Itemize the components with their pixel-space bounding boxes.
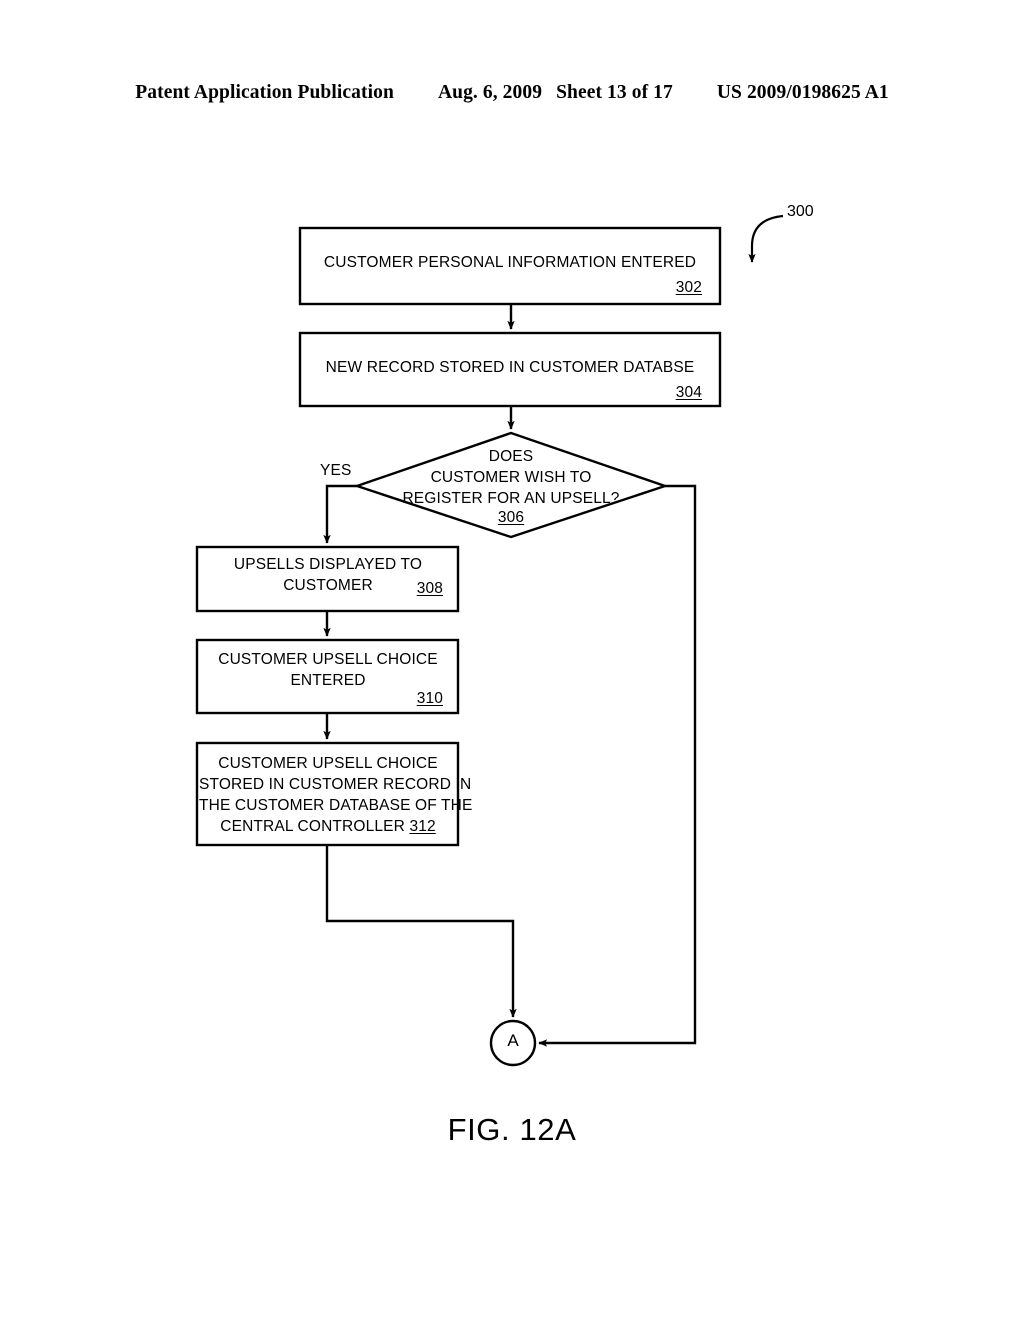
- node-306-line-2: CUSTOMER WISH TO: [430, 469, 592, 486]
- node-312-reference: 312: [409, 818, 436, 835]
- node-306-reference: 306: [497, 509, 525, 526]
- node-312-line-2: STORED IN CUSTOMER RECORD IN: [199, 776, 472, 793]
- edge-306-yes-to-308: [323, 484, 357, 544]
- node-312-line-4: CENTRAL CONTROLLER: [220, 818, 405, 835]
- figure-reference-300-label: 300: [787, 203, 814, 220]
- node-302-label: CUSTOMER PERSONAL INFORMATION ENTERED: [323, 254, 697, 271]
- node-312-label: CUSTOMER UPSELL CHOICE STORED IN CUSTOME…: [199, 753, 473, 837]
- node-302-reference: 302: [675, 279, 702, 296]
- lead-line-300: [748, 214, 784, 263]
- node-312-line-4-with-ref: CENTRAL CONTROLLER 312: [199, 816, 457, 837]
- branch-label-yes: YES: [320, 462, 352, 479]
- edge-306-no-to-connector-a: [538, 484, 697, 1047]
- node-310-reference: 310: [416, 690, 443, 707]
- flowchart-figure: CUSTOMER PERSONAL INFORMATION ENTERED 30…: [0, 0, 1024, 1320]
- node-308-reference: 308: [416, 580, 443, 597]
- node-308-line-1: UPSELLS DISPLAYED TO: [233, 556, 423, 573]
- node-310-line-1: CUSTOMER UPSELL CHOICE: [218, 651, 438, 668]
- node-310-label: CUSTOMER UPSELL CHOICE ENTERED: [199, 649, 457, 691]
- node-304-label: NEW RECORD STORED IN CUSTOMER DATABSE: [325, 359, 695, 376]
- figure-caption: FIG. 12A: [447, 1112, 577, 1147]
- node-312-line-3: THE CUSTOMER DATABASE OF THE: [199, 797, 473, 814]
- node-306-line-1: DOES: [488, 448, 534, 465]
- edge-312-to-connector-a: [325, 845, 517, 1018]
- connector-a-label: A: [507, 1031, 519, 1050]
- node-304-reference: 304: [675, 384, 702, 401]
- node-306-line-3: REGISTER FOR AN UPSELL?: [402, 490, 620, 507]
- node-312-line-1: CUSTOMER UPSELL CHOICE: [218, 755, 438, 772]
- node-306-label: DOES CUSTOMER WISH TO REGISTER FOR AN UP…: [356, 446, 666, 509]
